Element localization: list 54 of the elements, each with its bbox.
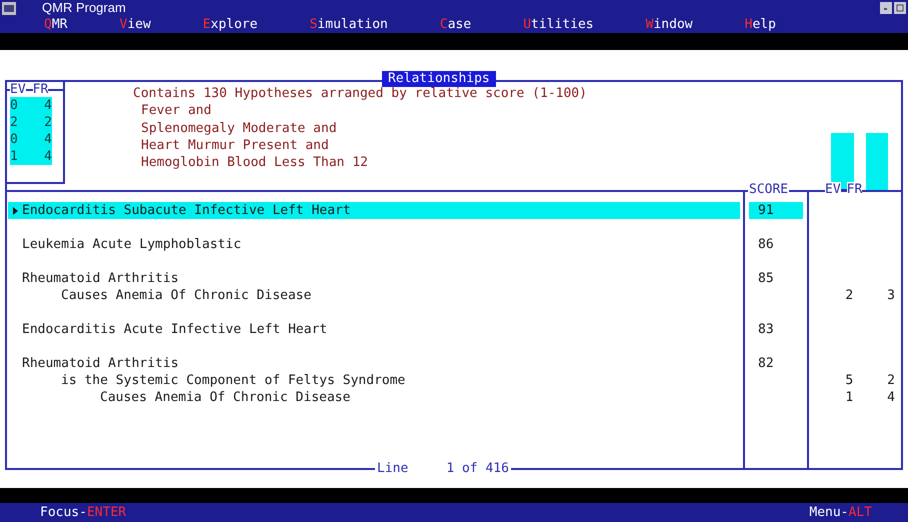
score-header: SCORE: [749, 182, 788, 197]
ev-value: 0: [10, 97, 18, 114]
pointer-icon: [12, 206, 18, 214]
fr-value: 3: [887, 287, 895, 304]
hypothesis-row[interactable]: Leukemia Acute Lymphoblastic: [8, 236, 740, 253]
menu-item[interactable]: Window: [646, 16, 693, 33]
app-icon: [2, 2, 16, 14]
menu-item[interactable]: Help: [744, 16, 776, 33]
menu-item[interactable]: View: [119, 16, 151, 33]
summary-text: Contains 130 Hypotheses arranged by relative score (1-100): [133, 85, 587, 102]
panel-title: Relationships: [382, 71, 496, 87]
menu-item[interactable]: Simulation: [310, 16, 388, 33]
ev-header: EV: [10, 82, 26, 98]
fr-header: FR: [32, 82, 48, 98]
hypothesis-row[interactable]: Rheumatoid Arthritis: [8, 355, 740, 372]
score-value: 86: [758, 237, 774, 252]
relation-text[interactable]: Causes Anemia Of Chronic Disease: [8, 389, 740, 406]
finding-text: Hemoglobin Blood Less Than 12: [140, 154, 369, 172]
key-hint: Focus-ENTER: [40, 504, 126, 522]
menu-item[interactable]: Utilities: [523, 16, 594, 33]
key-hint: Menu-ALT: [809, 504, 872, 522]
fr-value: 4: [887, 389, 895, 406]
ev-value: 2: [845, 287, 854, 304]
maximize-icon[interactable]: [894, 2, 906, 14]
finding-text: Fever and: [140, 102, 212, 120]
relation-text[interactable]: Causes Anemia Of Chronic Disease: [8, 287, 740, 304]
ev-value: 2: [10, 114, 18, 131]
fr-bar: [866, 133, 888, 190]
ev-value: 5: [845, 372, 854, 389]
line-label: Line: [377, 461, 408, 477]
finding-text: Heart Murmur Present and: [140, 136, 330, 154]
fr-value: 4: [44, 131, 52, 148]
ev-value: 1: [10, 148, 18, 165]
minimize-icon[interactable]: [880, 2, 892, 14]
score-value: 83: [758, 322, 774, 337]
hypothesis-row[interactable]: Endocarditis Subacute Infective Left Heart: [8, 202, 740, 219]
menu-item[interactable]: Explore: [202, 16, 258, 33]
fr-value: 2: [887, 372, 895, 389]
score-value: 82: [758, 356, 774, 371]
ev-value: 1: [845, 389, 854, 406]
menu-item[interactable]: QMR: [44, 16, 68, 33]
finding-text: Splenomegaly Moderate and: [140, 120, 338, 137]
ev-value: 0: [10, 131, 18, 148]
score-value: 85: [758, 271, 774, 286]
fr-value: 4: [44, 148, 52, 165]
relation-text[interactable]: is the Systemic Component of Feltys Syndrome: [8, 372, 740, 389]
hypothesis-row[interactable]: Rheumatoid Arthritis: [8, 270, 740, 287]
fr-value: 4: [44, 97, 52, 114]
hypothesis-row[interactable]: Endocarditis Acute Infective Left Heart: [8, 321, 740, 338]
window-title: QMR Program: [42, 0, 126, 16]
line-position: 1 of 416: [446, 461, 509, 477]
score-value: 91: [758, 203, 774, 218]
fr-value: 2: [44, 114, 52, 131]
menu-item[interactable]: Case: [440, 16, 472, 33]
